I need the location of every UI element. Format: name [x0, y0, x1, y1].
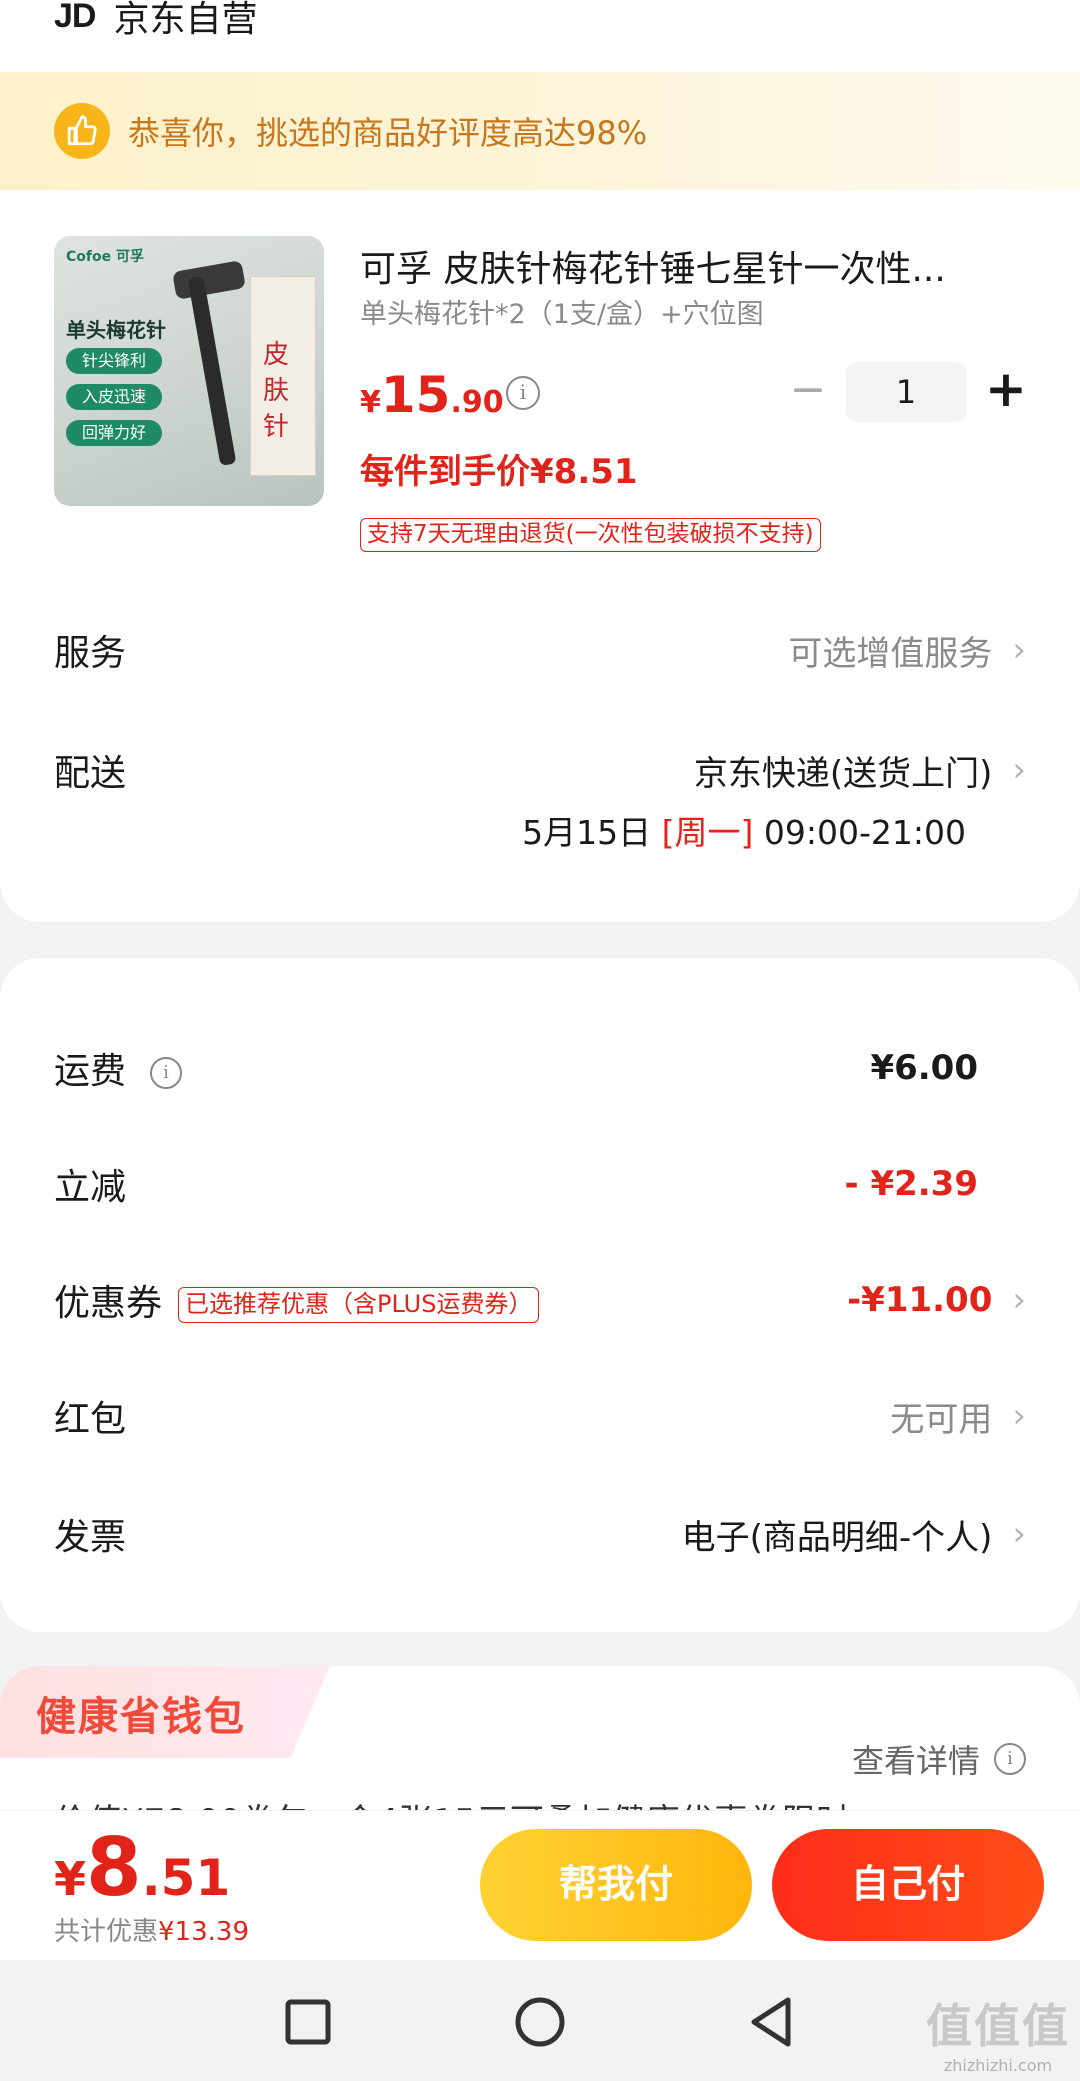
product-image-title: 单头梅花针 [66, 318, 166, 342]
hand-price: 每件到手价¥8.51 [360, 452, 638, 492]
shipping-row: 运费 i ¥6.00 [54, 1038, 1026, 1098]
invoice-label: 发票 [54, 1517, 127, 1558]
product-box-shape: 皮肤针 [250, 276, 316, 476]
delivery-window: 09:00-21:00 [763, 813, 966, 852]
quantity-decrease-button[interactable]: − [788, 368, 828, 414]
wallet-detail-link[interactable]: 查看详情 i [852, 1736, 1026, 1782]
needle-shaft-shape [187, 276, 237, 466]
product-image-tag: 针尖锋利 [66, 348, 162, 374]
wallet-info-icon: i [994, 1743, 1026, 1775]
quantity-input[interactable]: 1 [846, 362, 966, 422]
jd-logo: JD [54, 0, 96, 35]
delivery-time: 5月15日 [周一] 09:00-21:00 [522, 806, 966, 854]
delivery-value: 京东快递(送货上门) [693, 753, 993, 794]
delivery-date: 5月15日 [522, 813, 652, 852]
wallet-title: 健康省钱包 [36, 1694, 246, 1740]
invoice-row[interactable]: 发票 电子(商品明细-个人) › [54, 1504, 1026, 1564]
shop-name: 京东自营 [113, 0, 258, 40]
delivery-label: 配送 [54, 753, 127, 794]
price-decimal: .90 [450, 385, 504, 420]
price-integer: 15 [380, 366, 451, 424]
red-packet-row[interactable]: 红包 无可用 › [54, 1386, 1026, 1446]
wallet-detail-label: 查看详情 [851, 1742, 980, 1780]
total-currency: ¥ [54, 1852, 87, 1906]
system-navigation-bar: 值值值 zhizhizhi.com [0, 1960, 1080, 2081]
shipping-value: ¥6.00 [870, 1048, 978, 1088]
discount-value: - ¥2.39 [844, 1164, 979, 1204]
coupon-label: 优惠券 [54, 1283, 163, 1324]
chevron-right-icon: › [1012, 630, 1026, 670]
shipping-label: 运费 [54, 1051, 127, 1092]
praise-banner: 恭喜你，挑选的商品好评度高达98% [0, 72, 1080, 190]
order-item-card: JD 京东自营 恭喜你，挑选的商品好评度高达98% Cofoe 可孚 单头梅花针… [0, 0, 1080, 922]
thumbs-up-icon [54, 103, 110, 159]
product-title[interactable]: 可孚 皮肤针梅花针锤七星针一次性... [360, 240, 1000, 292]
price-info-icon[interactable]: i [506, 376, 540, 410]
shipping-info-icon[interactable]: i [150, 1057, 183, 1089]
product-image-tag: 回弹力好 [66, 420, 162, 446]
product-box-text: 皮肤针 [263, 340, 290, 442]
total-decimal: .51 [141, 1849, 231, 1907]
product-image-brand: Cofoe 可孚 [66, 249, 144, 265]
delivery-row[interactable]: 配送 京东快递(送货上门) › [54, 740, 1026, 800]
invoice-value: 电子(商品明细-个人) [681, 1517, 993, 1558]
chevron-right-icon: › [1012, 1514, 1026, 1554]
total-price: ¥ 8 .51 [54, 1821, 230, 1914]
price-currency: ¥ [360, 385, 381, 420]
needle-head-shape [172, 260, 246, 300]
watermark-url: zhizhizhi.com [943, 2056, 1053, 2075]
back-icon[interactable] [742, 1992, 802, 2052]
red-packet-value: 无可用 [890, 1399, 993, 1440]
recent-apps-icon[interactable] [278, 1992, 338, 2052]
watermark-logo: 值值值 [926, 1999, 1070, 2053]
product-price: ¥ 15 .90 [360, 366, 504, 424]
chevron-right-icon: › [1012, 1280, 1026, 1320]
savings-amount: ¥13.39 [158, 1917, 249, 1947]
discount-label: 立减 [54, 1167, 127, 1208]
savings-label: 共计优惠 [54, 1917, 159, 1947]
service-value: 可选增值服务 [788, 633, 993, 674]
coupon-tag: 已选推荐优惠（含PLUS运费券） [178, 1287, 540, 1323]
red-packet-label: 红包 [54, 1399, 127, 1440]
delivery-weekday: [周一] [661, 813, 754, 852]
site-watermark: 值值值 zhizhizhi.com [926, 1990, 1070, 2075]
praise-text: 恭喜你，挑选的商品好评度高达98% [128, 114, 648, 152]
chevron-right-icon: › [1012, 750, 1026, 790]
total-savings: 共计优惠¥13.39 [54, 1911, 249, 1948]
total-integer: 8 [86, 1821, 142, 1914]
help-me-pay-button[interactable]: 帮我付 [480, 1829, 752, 1941]
product-spec: 单头梅花针*2（1支/盒）+穴位图 [360, 299, 764, 330]
home-icon[interactable] [510, 1992, 570, 2052]
discount-row: 立减 - ¥2.39 [54, 1154, 1026, 1214]
pay-myself-button[interactable]: 自己付 [772, 1829, 1044, 1941]
product-image[interactable]: Cofoe 可孚 单头梅花针 针尖锋利 入皮迅速 回弹力好 皮肤针 [54, 236, 324, 506]
quantity-increase-button[interactable]: + [984, 360, 1028, 420]
fees-card: 运费 i ¥6.00 立减 - ¥2.39 优惠券 已选推荐优惠（含PLUS运费券）… [0, 958, 1080, 1632]
service-row[interactable]: 服务 可选增值服务 › [54, 620, 1026, 680]
return-policy-badge: 支持7天无理由退货(一次性包装破损不支持) [360, 518, 821, 552]
shop-header[interactable]: JD 京东自营 [54, 0, 257, 46]
service-label: 服务 [54, 633, 127, 674]
coupon-value: -¥11.00 [847, 1280, 993, 1320]
checkout-bar: ¥ 8 .51 共计优惠¥13.39 帮我付 自己付 [0, 1810, 1080, 1960]
product-image-tag: 入皮迅速 [66, 384, 162, 410]
chevron-right-icon: › [1012, 1396, 1026, 1436]
coupon-row[interactable]: 优惠券 已选推荐优惠（含PLUS运费券） -¥11.00 › [54, 1270, 1026, 1330]
